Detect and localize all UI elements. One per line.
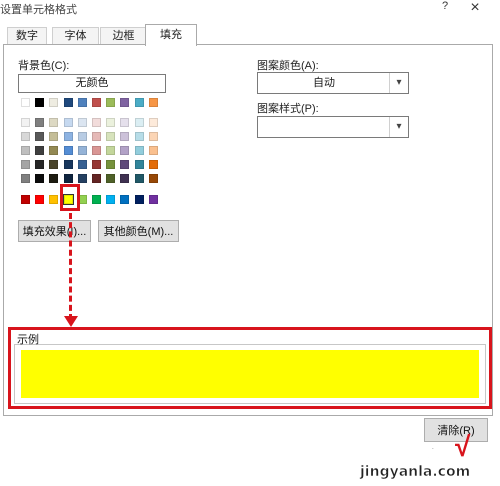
- color-swatch-shade[interactable]: [148, 146, 158, 155]
- more-colors-button[interactable]: 其他颜色(M)...: [98, 220, 179, 242]
- color-swatch-shade[interactable]: [106, 146, 116, 155]
- tab-fill[interactable]: 填充: [145, 24, 197, 46]
- pattern-color-select[interactable]: 自动 ▾: [257, 72, 409, 94]
- color-swatch-shade[interactable]: [134, 160, 144, 169]
- color-swatch-shade[interactable]: [21, 146, 30, 155]
- color-swatch-shade[interactable]: [63, 160, 73, 169]
- color-swatch-shade[interactable]: [21, 118, 30, 127]
- color-swatch-theme[interactable]: [92, 98, 101, 107]
- color-swatch-shade[interactable]: [148, 132, 158, 141]
- color-swatch-shade[interactable]: [35, 160, 45, 169]
- tab-font[interactable]: 字体: [52, 27, 99, 45]
- color-swatch-shade[interactable]: [120, 174, 130, 183]
- color-swatch-standard[interactable]: [134, 195, 144, 204]
- color-swatch-shade[interactable]: [21, 160, 30, 169]
- color-swatch-shade[interactable]: [148, 160, 158, 169]
- color-swatch-theme[interactable]: [77, 98, 87, 107]
- color-swatch-shade[interactable]: [49, 146, 59, 155]
- color-swatch-theme[interactable]: [134, 98, 144, 107]
- color-swatch-shade[interactable]: [49, 160, 59, 169]
- color-swatch-shade[interactable]: [63, 132, 73, 141]
- color-swatch-shade[interactable]: [63, 146, 73, 155]
- color-swatch-shade[interactable]: [63, 118, 73, 127]
- color-swatch-shade[interactable]: [77, 174, 87, 183]
- tab-number[interactable]: 数字: [7, 27, 47, 45]
- chevron-down-icon[interactable]: ▾: [389, 73, 408, 93]
- color-swatch-shade[interactable]: [92, 146, 101, 155]
- color-swatch-shade[interactable]: [21, 174, 30, 183]
- tab-border[interactable]: 边框: [100, 27, 147, 45]
- color-swatch-shade[interactable]: [35, 118, 45, 127]
- color-swatch-theme[interactable]: [49, 98, 59, 107]
- color-swatch-shade[interactable]: [92, 160, 101, 169]
- pattern-color-value: 自动: [313, 77, 335, 89]
- close-icon[interactable]: ×: [467, 0, 483, 17]
- color-swatch-shade[interactable]: [120, 132, 130, 141]
- color-swatch-theme[interactable]: [120, 98, 130, 107]
- color-swatch-standard[interactable]: [21, 195, 30, 204]
- pattern-style-label: 图案样式(P):: [257, 103, 319, 115]
- fill-effects-button[interactable]: 填充效果(I)...: [18, 220, 91, 242]
- color-swatch-shade[interactable]: [77, 146, 87, 155]
- color-swatch-shade[interactable]: [21, 132, 30, 141]
- watermark-check-icon: √: [455, 431, 471, 462]
- color-swatch-shade[interactable]: [134, 118, 144, 127]
- help-icon[interactable]: ?: [439, 0, 451, 16]
- color-swatch-standard[interactable]: [92, 195, 101, 204]
- chevron-down-icon[interactable]: ▾: [389, 117, 408, 137]
- color-swatch-shade[interactable]: [35, 174, 45, 183]
- color-swatch-shade[interactable]: [134, 174, 144, 183]
- color-swatch-theme[interactable]: [21, 98, 30, 107]
- color-swatch-shade[interactable]: [92, 132, 101, 141]
- color-swatch-theme[interactable]: [148, 98, 158, 107]
- color-swatch-shade[interactable]: [35, 146, 45, 155]
- color-swatch-theme[interactable]: [106, 98, 116, 107]
- color-swatch-standard[interactable]: [106, 195, 116, 204]
- color-swatch-shade[interactable]: [92, 118, 101, 127]
- color-swatch-shade[interactable]: [120, 146, 130, 155]
- color-swatch-shade[interactable]: [120, 118, 130, 127]
- color-swatch-theme[interactable]: [35, 98, 45, 107]
- color-swatch-standard[interactable]: [35, 195, 45, 204]
- color-swatch-shade[interactable]: [92, 174, 101, 183]
- color-swatch-shade[interactable]: [49, 118, 59, 127]
- color-swatch-shade[interactable]: [120, 160, 130, 169]
- no-color-button[interactable]: 无颜色: [18, 74, 166, 93]
- color-swatch-shade[interactable]: [134, 132, 144, 141]
- color-swatch-shade[interactable]: [49, 174, 59, 183]
- sample-highlight-frame: [8, 327, 492, 409]
- color-swatch-shade[interactable]: [77, 118, 87, 127]
- dialog-title: 设置单元格格式: [0, 4, 77, 16]
- color-swatch-shade[interactable]: [49, 132, 59, 141]
- color-swatch-shade[interactable]: [106, 160, 116, 169]
- color-swatch-theme[interactable]: [63, 98, 73, 107]
- color-swatch-shade[interactable]: [134, 146, 144, 155]
- tab-strip: 数字 字体 边框 填充: [0, 24, 500, 46]
- color-swatch-shade[interactable]: [77, 160, 87, 169]
- color-swatch-shade[interactable]: [106, 118, 116, 127]
- color-swatch-shade[interactable]: [35, 132, 45, 141]
- watermark-url: jingyanla.com: [360, 464, 471, 481]
- color-swatch-shade[interactable]: [148, 118, 158, 127]
- color-swatch-standard[interactable]: [120, 195, 130, 204]
- color-swatch-standard[interactable]: [49, 195, 59, 204]
- title-bar: 设置单元格格式 ? ×: [0, 0, 500, 18]
- pattern-color-label: 图案颜色(A):: [257, 60, 319, 72]
- color-swatch-shade[interactable]: [77, 132, 87, 141]
- pattern-style-select[interactable]: ▾: [257, 116, 409, 138]
- color-swatch-shade[interactable]: [63, 174, 73, 183]
- color-swatch-shade[interactable]: [106, 132, 116, 141]
- color-swatch-shade[interactable]: [106, 174, 116, 183]
- annotation-dashed-line: [69, 213, 72, 320]
- background-color-label: 背景色(C):: [18, 60, 70, 72]
- selected-color-highlight: [60, 184, 80, 211]
- annotation-arrow-icon: [64, 316, 78, 327]
- color-swatch-standard[interactable]: [148, 195, 158, 204]
- color-swatch-shade[interactable]: [148, 174, 158, 183]
